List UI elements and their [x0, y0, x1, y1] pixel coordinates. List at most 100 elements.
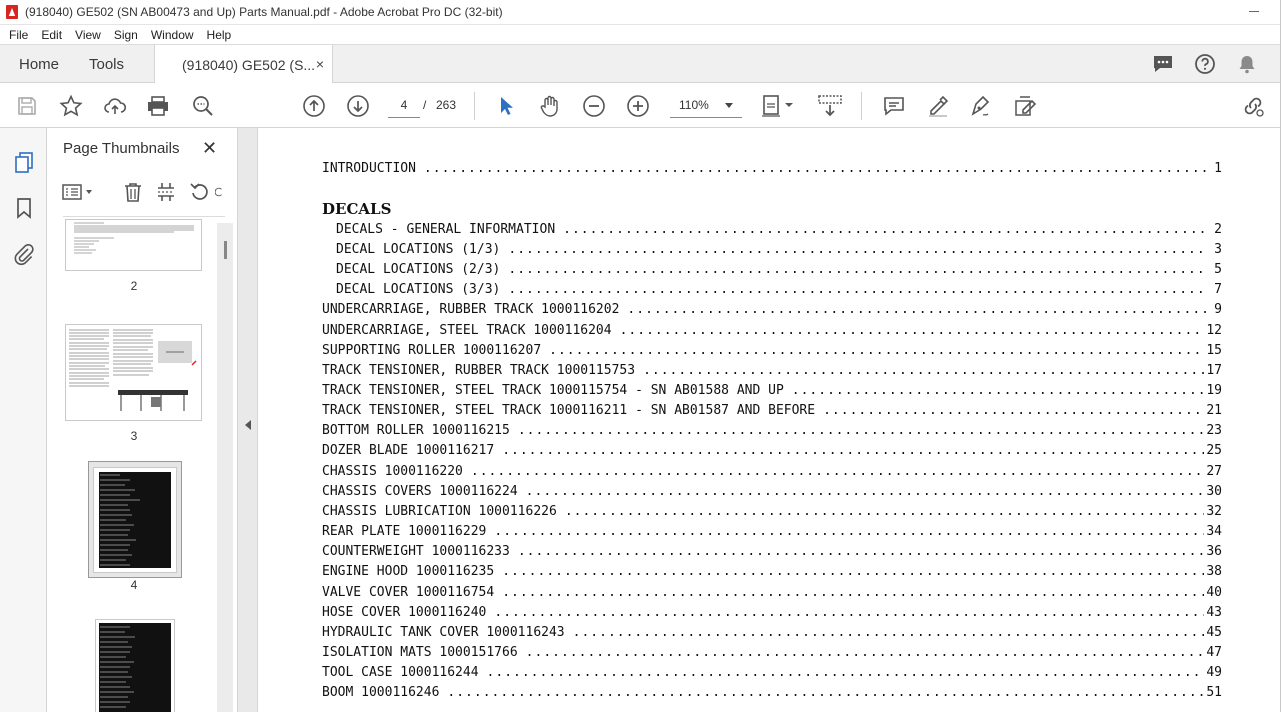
- toc-leader-dots: [823, 403, 1204, 418]
- page-up-icon[interactable]: [301, 93, 327, 119]
- menu-edit[interactable]: Edit: [41, 28, 62, 42]
- menu-window[interactable]: Window: [151, 28, 194, 42]
- tab-home[interactable]: Home: [19, 45, 59, 83]
- toc-leader-dots: [565, 504, 1205, 519]
- zoom-level-select[interactable]: 110%: [670, 92, 742, 118]
- save-icon[interactable]: [14, 93, 40, 119]
- select-cursor-icon[interactable]: [493, 93, 519, 119]
- highlight-pen-icon[interactable]: [925, 93, 951, 119]
- toc-entry[interactable]: TRACK TENSIONER, STEEL TRACK 1000115754 …: [322, 383, 1222, 403]
- toc-entry[interactable]: REAR PLATE 1000116229 34: [322, 524, 1222, 544]
- toc-entry[interactable]: ENGINE HOOD 1000116235 38: [322, 564, 1222, 584]
- tab-close-icon[interactable]: ×: [316, 56, 324, 72]
- rotate-icon[interactable]: [188, 180, 212, 204]
- thumbnail-page-5[interactable]: [96, 620, 174, 712]
- toc-entry-page: 3: [1214, 242, 1222, 257]
- toc-entry[interactable]: UNDERCARRIAGE, STEEL TRACK 1000116204 12: [322, 323, 1222, 343]
- tab-document[interactable]: (918040) GE502 (S... ×: [154, 45, 333, 84]
- toc-entry[interactable]: UNDERCARRIAGE, RUBBER TRACK 1000116202 9: [322, 302, 1222, 322]
- fill-sign-icon[interactable]: [1012, 93, 1038, 119]
- notification-bell-icon[interactable]: [1235, 52, 1259, 76]
- toc-entry-label: CHASSIS 1000116220: [322, 464, 463, 479]
- toc-entry[interactable]: HYDRAULIC TANK COVER 1000116243 45: [322, 625, 1222, 645]
- comment-bubble-icon[interactable]: [1151, 52, 1175, 76]
- minimize-button[interactable]: [1249, 11, 1259, 12]
- toc-entry[interactable]: DECAL LOCATIONS (3/3) 7: [336, 282, 1222, 302]
- toc-entry[interactable]: VALVE COVER 1000116754 40: [322, 585, 1222, 605]
- thumbnail-options-icon[interactable]: [61, 180, 97, 204]
- toc-entry[interactable]: HOSE COVER 1000116240 43: [322, 605, 1222, 625]
- more-tools-icon[interactable]: [215, 180, 227, 204]
- bookmark-icon[interactable]: [12, 196, 36, 220]
- menu-sign[interactable]: Sign: [114, 28, 138, 42]
- toc-leader-dots: [494, 605, 1204, 620]
- toc-entry-page: 45: [1206, 625, 1222, 640]
- toc-entry-page: 19: [1206, 383, 1222, 398]
- thumbnail-page-3[interactable]: [66, 325, 201, 420]
- document-view[interactable]: DECALS INTRODUCTION 1 DECALS - GENERAL INF…: [258, 128, 1281, 712]
- toc-entry[interactable]: DECALS - GENERAL INFORMATION 2: [336, 222, 1222, 242]
- comment-icon[interactable]: [881, 93, 907, 119]
- zoom-in-icon[interactable]: [625, 93, 651, 119]
- share-link-icon[interactable]: [1240, 93, 1266, 119]
- toc-entry-label: CHASSIS COVERS 1000116224: [322, 484, 518, 499]
- menu-help[interactable]: Help: [207, 28, 232, 42]
- menu-view[interactable]: View: [75, 28, 101, 42]
- toc-entry-page: 43: [1206, 605, 1222, 620]
- toc-entry[interactable]: DOZER BLADE 1000116217 25: [322, 443, 1222, 463]
- acrobat-app-icon: [6, 5, 18, 19]
- tab-tools[interactable]: Tools: [89, 45, 124, 83]
- toc-entry[interactable]: BOTTOM ROLLER 1000116215 23: [322, 423, 1222, 443]
- toc-leader-dots: [494, 524, 1204, 539]
- toc-entry[interactable]: BOOM 1000116246 51: [322, 685, 1222, 705]
- toc-entry-label: HOSE COVER 1000116240: [322, 605, 487, 620]
- toc-leader-dots: [526, 645, 1205, 660]
- toc-entry-page: 40: [1206, 585, 1222, 600]
- page-fit-icon[interactable]: [760, 93, 796, 119]
- scroll-mode-icon[interactable]: [816, 93, 844, 119]
- extract-page-icon[interactable]: [154, 180, 178, 204]
- attachment-icon[interactable]: [12, 242, 36, 266]
- delete-page-icon[interactable]: [121, 180, 145, 204]
- page-thumbnails-icon[interactable]: [12, 150, 36, 174]
- toc-entry[interactable]: CHASSIS COVERS 1000116224 30: [322, 484, 1222, 504]
- toc-entry[interactable]: DECAL LOCATIONS (2/3) 5: [336, 262, 1222, 282]
- toc-entry-label: ENGINE HOOD 1000116235: [322, 564, 495, 579]
- toc-entry-page: 32: [1206, 504, 1222, 519]
- toc-entry[interactable]: SUPPORTING ROLLER 1000116207 15: [322, 343, 1222, 363]
- page-number-input[interactable]: 4: [388, 92, 420, 118]
- toc-entry[interactable]: INTRODUCTION 1: [322, 161, 1222, 181]
- draw-icon[interactable]: [968, 93, 994, 119]
- toc-entry[interactable]: TRACK TENSIONER, STEEL TRACK 1000116211 …: [322, 403, 1222, 423]
- toc-entry[interactable]: TRACK TENSIONER, RUBBER TRACK 1000115753…: [322, 363, 1222, 383]
- print-icon[interactable]: [145, 93, 171, 119]
- toc-entry[interactable]: ISOLATION MATS 1000151766 47: [322, 645, 1222, 665]
- toc-entry-page: 36: [1206, 544, 1222, 559]
- thumbnail-page-4[interactable]: [94, 468, 176, 572]
- thumbnails-scrollbar[interactable]: [217, 223, 233, 712]
- toc-entry-label: UNDERCARRIAGE, RUBBER TRACK 1000116202: [322, 302, 620, 317]
- collapse-arrow-icon[interactable]: [245, 420, 251, 430]
- toc-entry[interactable]: DECAL LOCATIONS (1/3) 3: [336, 242, 1222, 262]
- close-icon[interactable]: ✕: [202, 138, 217, 159]
- page-separator: /: [423, 98, 427, 112]
- thumbnail-page-2[interactable]: [66, 220, 201, 270]
- toc-entry[interactable]: TOOL CASE 1000116244 49: [322, 665, 1222, 685]
- star-icon[interactable]: [58, 93, 84, 119]
- hand-icon[interactable]: [537, 93, 563, 119]
- help-icon[interactable]: [1193, 52, 1217, 76]
- tab-bar: Home Tools (918040) GE502 (S... ×: [0, 45, 1281, 84]
- thumbnails-toolbar: [47, 172, 237, 212]
- upload-icon[interactable]: [102, 93, 128, 119]
- zoom-search-icon[interactable]: [190, 93, 216, 119]
- zoom-out-icon[interactable]: [581, 93, 607, 119]
- toc-entry[interactable]: CHASSIS 1000116220 27: [322, 464, 1222, 484]
- toc-entry[interactable]: COUNTERWEIGHT 1000116233 36: [322, 544, 1222, 564]
- toc-entry[interactable]: CHASSIS LUBRICATION 1000116226 32: [322, 504, 1222, 524]
- panel-collapse-gutter[interactable]: [238, 128, 258, 712]
- menu-file[interactable]: File: [9, 28, 28, 42]
- scrollbar-thumb[interactable]: [224, 241, 227, 259]
- thumbnail-label-3: 3: [130, 429, 138, 443]
- toc-leader-dots: [508, 262, 1208, 277]
- page-down-icon[interactable]: [345, 93, 371, 119]
